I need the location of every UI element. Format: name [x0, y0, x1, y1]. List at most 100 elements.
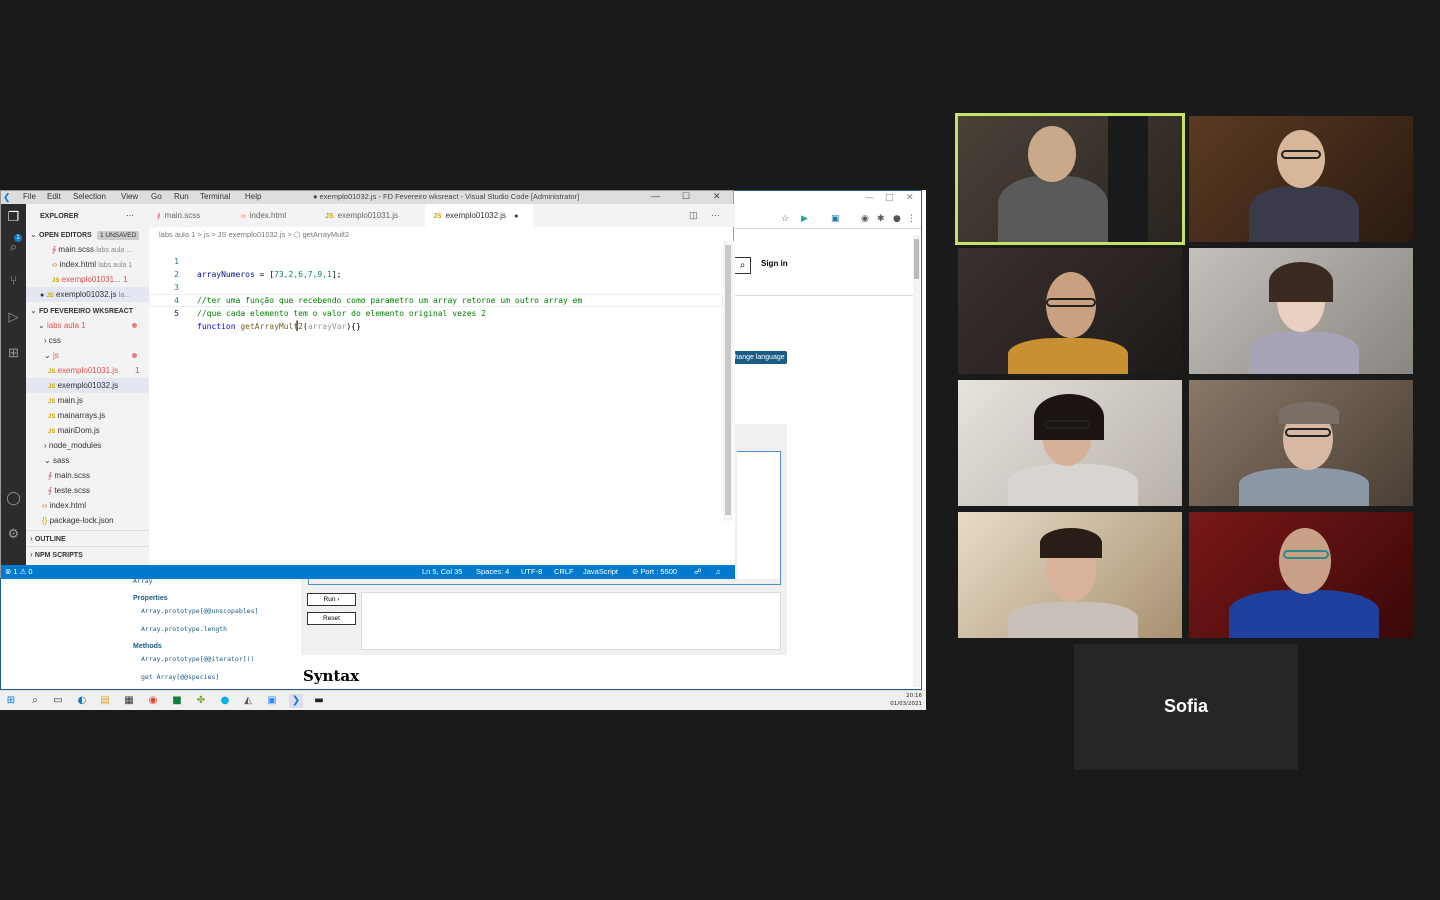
maximize-icon[interactable]: ☐ — [682, 191, 690, 202]
signin-link[interactable]: Sign in — [761, 259, 788, 268]
example-editor[interactable] — [737, 451, 781, 585]
video-tile-speaking[interactable] — [955, 113, 1185, 245]
line-ending[interactable]: CRLF — [554, 565, 574, 579]
tab-exemplo01031[interactable]: JS exemplo01031.js — [317, 204, 425, 227]
menu-edit[interactable]: Edit — [47, 192, 61, 201]
tab-index-html[interactable]: ‹› index.html — [233, 204, 317, 227]
run-debug-icon[interactable]: ▷ — [5, 308, 22, 325]
indentation[interactable]: Spaces: 4 — [476, 565, 509, 579]
open-editor-item-active[interactable]: ● JS exemplo01032.js la... — [26, 287, 149, 302]
menu-terminal[interactable]: Terminal — [200, 192, 230, 201]
minimize-icon[interactable]: — — [865, 193, 874, 203]
npm-scripts-section[interactable]: › NPM SCRIPTS — [26, 546, 149, 561]
minimize-icon[interactable]: — — [651, 191, 660, 201]
live-server-port[interactable]: ⊘ Port : 5500 — [632, 565, 677, 579]
breadcrumb[interactable]: labs aula 1 > js > JS exemplo01032.js > … — [159, 230, 349, 239]
outline-section[interactable]: › OUTLINE — [26, 530, 149, 545]
account-icon[interactable]: ◯ — [5, 489, 22, 506]
tree-file[interactable]: JS mainDom.js — [26, 423, 149, 438]
vscode-icon[interactable]: ❯ — [289, 694, 303, 708]
tree-folder-labs[interactable]: ⌄ labs aula 1 — [26, 318, 149, 333]
menu-view[interactable]: View — [121, 192, 138, 201]
slack-icon[interactable]: ✤ — [194, 694, 208, 708]
sidebar-link[interactable]: get Array[@@species] — [141, 673, 219, 681]
chrome-icon[interactable]: ◉ — [146, 694, 160, 708]
more-actions-icon[interactable]: ⋯ — [711, 210, 720, 221]
video-tile[interactable] — [1189, 116, 1413, 242]
store-icon[interactable]: ▦ — [122, 694, 136, 708]
terminal-icon[interactable]: ▬ — [312, 694, 326, 708]
excel-icon[interactable]: ■ — [170, 694, 184, 708]
close-icon[interactable]: ✕ — [713, 191, 721, 202]
video-tile[interactable] — [958, 380, 1182, 506]
workspace-section[interactable]: ⌄ FD FEVEREIRO WKSREACT — [26, 303, 149, 318]
unsaved-dot-icon[interactable]: ● — [514, 213, 518, 220]
menu-go[interactable]: Go — [151, 192, 162, 201]
tree-file-selected[interactable]: JS exemplo01032.js — [26, 378, 149, 393]
video-tile[interactable] — [958, 512, 1182, 638]
close-icon[interactable]: ✕ — [906, 193, 914, 203]
task-view-icon[interactable]: ▭ — [51, 694, 65, 708]
menu-run[interactable]: Run — [174, 192, 189, 201]
camera-icon[interactable]: ◉ — [861, 214, 871, 224]
star-icon[interactable]: ☆ — [781, 214, 791, 224]
zoom-icon[interactable]: ▣ — [265, 694, 279, 708]
video-tile[interactable] — [1189, 248, 1413, 374]
code-editor[interactable]: 1 arrayNumeros = [73,2,6,7,9,1]; 2 3 //t… — [149, 241, 735, 565]
menu-file[interactable]: File — [23, 192, 36, 201]
tree-folder-js[interactable]: ⌄ js — [26, 348, 149, 363]
tree-file[interactable]: ∮ teste.scss — [26, 483, 149, 498]
video-tile[interactable] — [1189, 380, 1413, 506]
tab-main-scss[interactable]: ∮ main.scss — [149, 204, 233, 227]
tree-folder-sass[interactable]: ⌄ sass — [26, 453, 149, 468]
tree-folder-css[interactable]: › css — [26, 333, 149, 348]
extension-icon[interactable]: ▶ — [801, 214, 811, 224]
puzzle-icon[interactable]: ✱ — [877, 214, 887, 224]
search-icon[interactable]: ⌕ — [5, 238, 22, 255]
cursor-position[interactable]: Ln 5, Col 35 — [422, 565, 462, 579]
tree-file[interactable]: ∮ main.scss — [26, 468, 149, 483]
split-editor-icon[interactable]: ◫ — [689, 210, 698, 221]
more-actions-icon[interactable]: ⋯ — [126, 208, 134, 223]
tree-folder-node-modules[interactable]: › node_modules — [26, 438, 149, 453]
explorer-icon[interactable]: ❐ — [5, 208, 22, 225]
sidebar-link[interactable]: Array.prototype[@@iterator]() — [141, 655, 255, 663]
editor-scrollbar[interactable] — [723, 241, 733, 521]
tree-file[interactable]: JS main.js — [26, 393, 149, 408]
sidebar-link[interactable]: Array.prototype[@@unscopables] — [141, 607, 258, 615]
menu-selection[interactable]: Selection — [73, 192, 106, 201]
source-control-icon[interactable]: ⑂ — [5, 272, 22, 289]
open-editor-item[interactable]: JS exemplo01031... 1 — [26, 272, 149, 287]
maximize-icon[interactable]: □ — [885, 193, 894, 203]
video-tile-camera-off[interactable]: Sofia — [1074, 644, 1298, 770]
video-tile[interactable] — [958, 248, 1182, 374]
open-editor-item[interactable]: ‹› index.html labs aula 1 — [26, 257, 149, 272]
search-icon[interactable]: ⌕ — [734, 257, 751, 274]
app-icon[interactable]: ◭ — [241, 694, 255, 708]
settings-gear-icon[interactable]: ⚙ — [5, 525, 22, 542]
problems-indicator[interactable]: ⊗ 1 ⚠ 0 — [5, 565, 33, 579]
notifications-icon[interactable]: ♫ — [715, 565, 721, 579]
video-tile[interactable] — [1189, 512, 1413, 638]
search-icon[interactable]: ⌕ — [28, 694, 42, 708]
extensions-icon[interactable]: ⊞ — [5, 344, 22, 361]
skype-icon[interactable]: ● — [218, 694, 232, 708]
windows-start-icon[interactable]: ⊞ — [4, 694, 18, 708]
feedback-icon[interactable]: ☍ — [694, 565, 702, 579]
language-mode[interactable]: JavaScript — [583, 565, 618, 579]
tree-file[interactable]: JS exemplo01031.js 1 — [26, 363, 149, 378]
tree-file[interactable]: JS mainarrays.js — [26, 408, 149, 423]
browser-scrollbar[interactable] — [913, 235, 920, 687]
menu-help[interactable]: Help — [245, 192, 261, 201]
edge-icon[interactable]: ◐ — [75, 694, 89, 708]
tree-file[interactable]: ‹› index.html — [26, 498, 149, 513]
reset-button[interactable]: Reset — [307, 612, 356, 625]
tab-exemplo01032[interactable]: JS exemplo01032.js ● — [425, 204, 533, 227]
open-editor-item[interactable]: ∮ main.scss labs aula ... — [26, 242, 149, 257]
folder-icon[interactable]: ▤ — [98, 694, 112, 708]
open-editors-section[interactable]: ⌄ OPEN EDITORS 1 UNSAVED — [26, 227, 149, 242]
tree-file[interactable]: {} package-lock.json — [26, 513, 149, 528]
encoding[interactable]: UTF-8 — [521, 565, 542, 579]
profile-icon[interactable]: ● — [893, 214, 903, 224]
extension-icon[interactable]: ▣ — [831, 214, 841, 224]
